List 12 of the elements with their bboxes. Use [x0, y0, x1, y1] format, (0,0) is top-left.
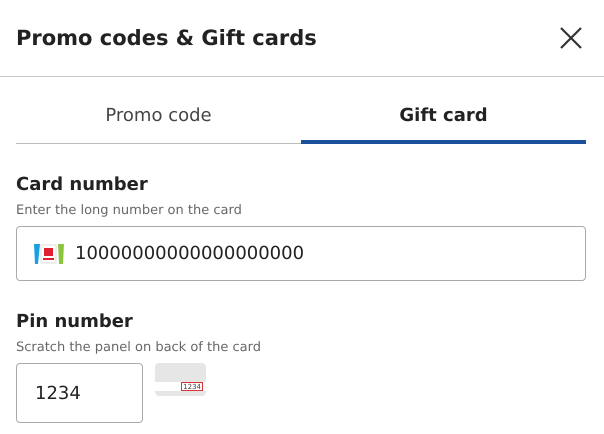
field-hint: Enter the long number on the card	[16, 203, 243, 218]
close-button[interactable]	[558, 25, 584, 51]
tab[interactable]: Gift card	[301, 105, 586, 144]
pin-field[interactable]: 1234	[16, 363, 143, 423]
tab[interactable]: Promo code	[16, 105, 301, 144]
field-label: Card number	[16, 174, 149, 195]
dialog-title: Promo codes & Gift cards	[16, 26, 317, 50]
gift-cards-icon	[33, 242, 65, 264]
field-label: Pin number	[16, 311, 134, 332]
card-number-field[interactable]: 10000000000000000000	[16, 226, 586, 281]
field-hint: Scratch the panel on back of the card	[16, 340, 262, 355]
close-icon	[560, 27, 582, 49]
